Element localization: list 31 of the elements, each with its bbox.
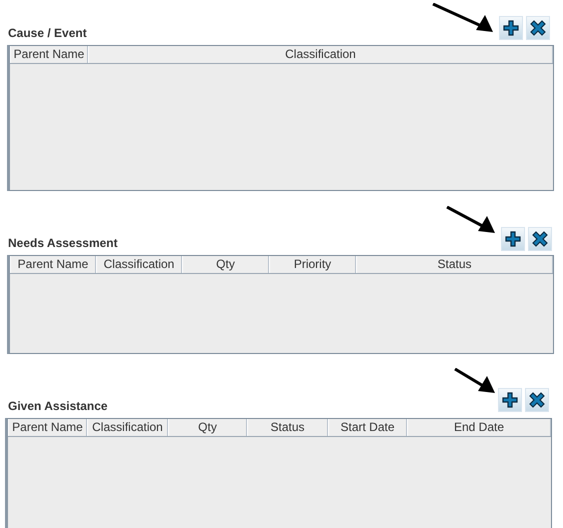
add-button[interactable]: [499, 16, 523, 40]
column-header[interactable]: Status: [247, 419, 328, 436]
section-title: Given Assistance: [8, 398, 108, 415]
column-header[interactable]: Parent Name: [10, 256, 96, 273]
plus-icon: [505, 231, 521, 247]
section-title: Needs Assessment: [8, 235, 118, 252]
column-header[interactable]: Priority: [269, 256, 356, 273]
add-button[interactable]: [498, 388, 522, 412]
column-header[interactable]: Parent Name: [8, 419, 87, 436]
arrow-icon: [454, 368, 496, 394]
column-header[interactable]: Parent Name: [10, 46, 88, 63]
column-header[interactable]: Status: [356, 256, 553, 273]
delete-button[interactable]: [525, 388, 549, 412]
close-icon: [529, 392, 545, 408]
delete-button[interactable]: [528, 227, 552, 251]
plus-icon: [502, 392, 518, 408]
add-button[interactable]: [501, 227, 525, 251]
column-header[interactable]: Qty: [168, 419, 247, 436]
close-icon: [532, 231, 548, 247]
column-header[interactable]: Classification: [88, 46, 553, 63]
column-header[interactable]: Classification: [96, 256, 182, 273]
column-header[interactable]: Start Date: [328, 419, 407, 436]
delete-button[interactable]: [526, 16, 550, 40]
section-title: Cause / Event: [8, 25, 87, 42]
close-icon: [530, 20, 546, 36]
column-header[interactable]: Classification: [87, 419, 168, 436]
plus-icon: [503, 20, 519, 36]
column-header[interactable]: End Date: [407, 419, 551, 436]
arrow-icon: [446, 206, 496, 234]
column-header[interactable]: Qty: [182, 256, 269, 273]
arrow-icon: [432, 3, 494, 33]
